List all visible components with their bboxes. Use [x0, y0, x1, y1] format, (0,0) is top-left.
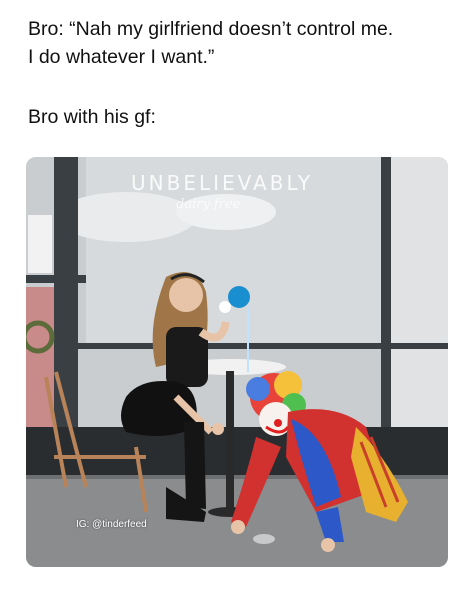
- caption-line-2: I do whatever I want.”: [28, 46, 215, 68]
- meme-photo: UNBELIEVABLY dairy free IG: @tinderfeed: [26, 157, 448, 567]
- photo-credit: IG: @tinderfeed: [76, 519, 147, 530]
- store-sign: UNBELIEVABLY: [131, 171, 314, 195]
- caption-line-3: Bro with his gf:: [28, 106, 156, 128]
- store-sign-sub: dairy free: [176, 197, 241, 212]
- bowl: [253, 534, 275, 544]
- photo-illustration: [26, 157, 448, 567]
- caption-line-1: Bro: “Nah my girlfriend doesn’t control …: [28, 18, 394, 40]
